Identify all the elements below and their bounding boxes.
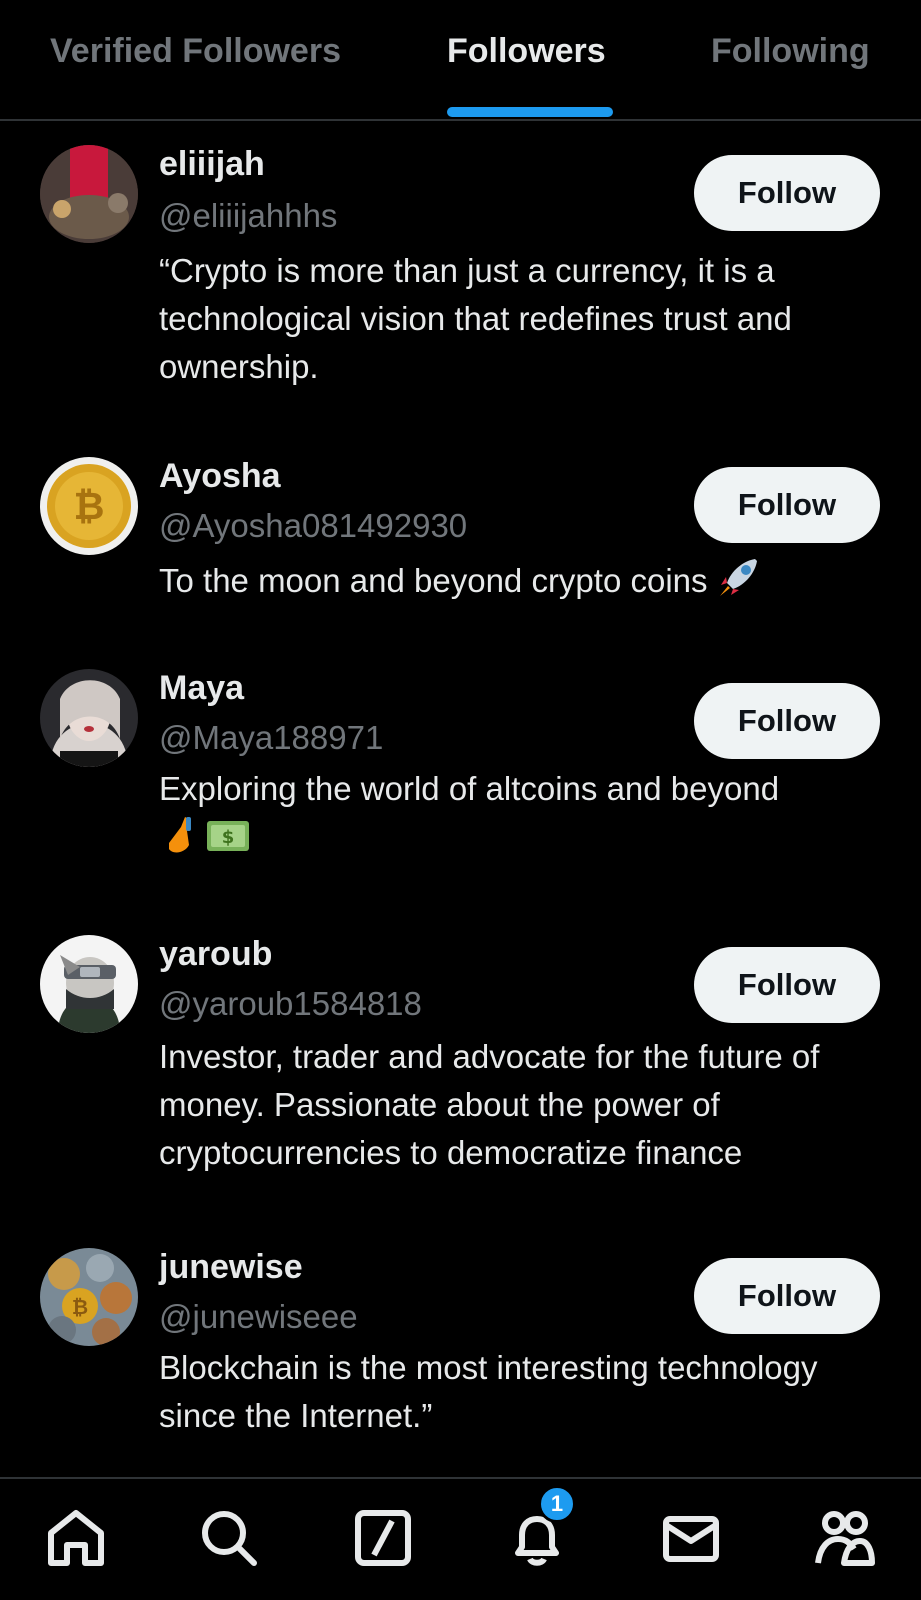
follower-row[interactable]: eliiijah @eliiijahhhs Follow “Crypto is …: [0, 121, 921, 441]
follower-row[interactable]: ₿ Ayosha @Ayosha081492930 Follow To the …: [0, 441, 921, 649]
follower-name[interactable]: junewise: [159, 1248, 303, 1287]
follower-name[interactable]: yaroub: [159, 935, 272, 974]
tab-followers[interactable]: Followers: [447, 32, 606, 71]
bottom-nav: 1: [0, 1477, 921, 1600]
follower-bio: “Crypto is more than just a currency, it…: [159, 252, 792, 385]
avatar[interactable]: [40, 145, 138, 243]
follower-bio: Exploring the world of altcoins and beyo…: [159, 765, 869, 870]
follower-handle[interactable]: @eliiijahhhs: [159, 197, 337, 235]
search-icon[interactable]: [198, 1507, 260, 1569]
hand-and-money-emoji: $: [159, 813, 251, 870]
follower-name[interactable]: Ayosha: [159, 457, 281, 496]
rocket-emoji: [717, 555, 761, 612]
follower-name[interactable]: Maya: [159, 669, 244, 708]
follow-button[interactable]: Follow: [694, 947, 880, 1023]
follower-handle[interactable]: @junewiseee: [159, 1298, 358, 1336]
communities-icon[interactable]: [814, 1507, 876, 1569]
home-icon[interactable]: [45, 1507, 107, 1569]
follower-handle[interactable]: @yaroub1584818: [159, 985, 422, 1023]
active-tab-indicator: [447, 107, 613, 117]
follower-name[interactable]: eliiijah: [159, 145, 265, 184]
follower-row[interactable]: Maya @Maya188971 Follow Exploring the wo…: [0, 649, 921, 907]
messages-icon[interactable]: [660, 1507, 722, 1569]
follow-button[interactable]: Follow: [694, 467, 880, 543]
follower-handle[interactable]: @Ayosha081492930: [159, 507, 467, 545]
svg-text:₿: ₿: [74, 484, 105, 528]
svg-text:$: $: [222, 827, 235, 848]
follower-bio: To the moon and beyond crypto coins: [159, 555, 869, 612]
follower-handle[interactable]: @Maya188971: [159, 719, 383, 757]
follower-bio: Investor, trader and advocate for the fu…: [159, 1038, 820, 1171]
notification-badge: 1: [538, 1485, 576, 1523]
follow-button[interactable]: Follow: [694, 683, 880, 759]
follow-button[interactable]: Follow: [694, 155, 880, 231]
avatar[interactable]: ₿: [40, 1248, 138, 1346]
tab-verified-followers[interactable]: Verified Followers: [50, 32, 341, 71]
follower-row[interactable]: yaroub @yaroub1584818 Follow Investor, t…: [0, 907, 921, 1212]
tab-following[interactable]: Following: [711, 32, 870, 71]
tab-bar: Verified Followers Followers Following: [0, 0, 921, 121]
follower-row[interactable]: ₿ junewise @junewiseee Follow Blockchain…: [0, 1212, 921, 1477]
avatar[interactable]: [40, 669, 138, 767]
svg-text:₿: ₿: [72, 1295, 88, 1319]
follow-button[interactable]: Follow: [694, 1258, 880, 1334]
avatar[interactable]: [40, 935, 138, 1033]
grok-icon[interactable]: [352, 1507, 414, 1569]
avatar[interactable]: ₿: [40, 457, 138, 555]
follower-bio: Blockchain is the most interesting techn…: [159, 1349, 818, 1434]
